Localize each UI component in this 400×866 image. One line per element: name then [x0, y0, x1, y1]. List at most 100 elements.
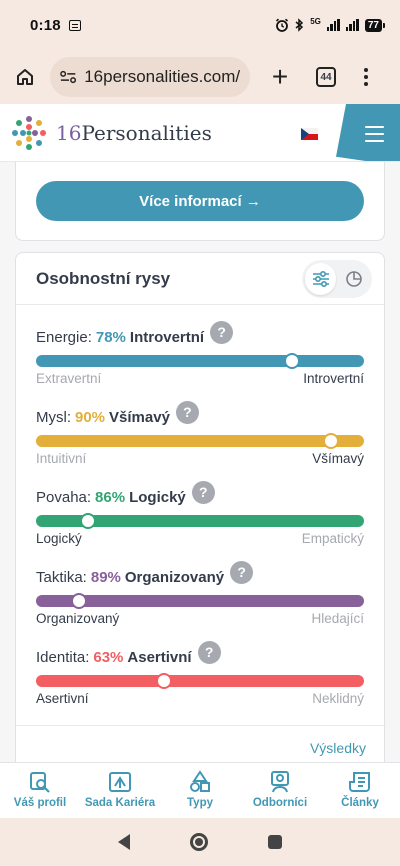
trait-name: Logický	[129, 488, 186, 506]
help-icon[interactable]: ?	[210, 320, 234, 344]
results-link[interactable]: Výsledky	[310, 740, 366, 756]
types-icon	[186, 769, 214, 795]
nav-label-career: Sada Kariéra	[84, 797, 156, 809]
nav-item-types[interactable]: Typy	[160, 763, 240, 818]
trait-row: Taktika: 89% Organizovaný? Organizovaný Hled…	[36, 560, 364, 626]
nav-label-types: Typy	[187, 797, 213, 809]
trait-left-label: Organizovaný	[36, 611, 120, 626]
trait-heading: Identita: 63% Asertivní?	[36, 640, 364, 669]
trait-knob	[155, 673, 172, 689]
tab-switcher-button[interactable]: 44	[316, 67, 336, 87]
status-time: 0:18	[30, 16, 61, 34]
url-text: 16personalities.com/cs	[84, 67, 240, 86]
alarm-icon	[276, 18, 289, 32]
bottom-navigation: Váš profil Sada Kariéra Typy Odborníci Č…	[0, 762, 400, 818]
nav-item-profile[interactable]: Váš profil	[0, 763, 80, 818]
nav-label-articles: Články	[341, 797, 379, 809]
trait-ends: Organizovaný Hledající	[36, 611, 364, 626]
system-navigation	[0, 818, 400, 866]
bluetooth-icon	[295, 18, 304, 32]
trait-row: Identita: 63% Asertivní? Asertivní Neklidný	[36, 640, 364, 706]
trait-name: Asertivní	[127, 648, 192, 666]
trait-right-label: Introvertní	[303, 371, 364, 386]
recents-icon[interactable]	[268, 835, 282, 849]
address-bar[interactable]: 16personalities.com/cs	[50, 57, 250, 97]
trait-percent: 90%	[75, 408, 106, 426]
hamburger-icon[interactable]	[365, 126, 384, 147]
help-icon[interactable]: ?	[191, 480, 215, 504]
trait-category: Energie:	[36, 328, 92, 346]
nav-item-articles[interactable]: Články	[320, 763, 400, 818]
battery-indicator: 77	[364, 18, 386, 32]
logo-text[interactable]: 16Personalities	[56, 121, 212, 145]
more-info-button[interactable]: Více informací →	[36, 181, 364, 221]
results-link-row: Výsledky	[16, 725, 386, 762]
trait-bar	[36, 593, 364, 609]
profile-search-icon	[26, 769, 54, 795]
trait-knob	[283, 353, 300, 369]
trait-heading: Mysl: 90% Všímavý?	[36, 400, 364, 429]
browser-menu-icon[interactable]	[364, 68, 368, 86]
trait-percent: 78%	[95, 328, 126, 346]
nav-label-experts: Odborníci	[252, 797, 308, 809]
trait-left-label: Extravertní	[36, 371, 102, 386]
trait-knob	[323, 433, 340, 449]
trait-left-label: Logický	[36, 531, 82, 546]
trait-bar	[36, 513, 364, 529]
trait-right-label: Všímavý	[312, 451, 364, 466]
network-type: 5G	[310, 16, 321, 26]
help-icon[interactable]: ?	[230, 560, 254, 584]
trait-right-label: Neklidný	[312, 691, 364, 706]
home-circle-icon[interactable]	[190, 833, 208, 851]
trait-knob	[80, 513, 97, 529]
signal-icon-2	[345, 19, 359, 31]
language-flag-icon[interactable]	[301, 128, 318, 140]
trait-category: Povaha:	[36, 488, 92, 506]
experts-icon	[266, 769, 294, 795]
sliders-view-button[interactable]	[305, 262, 336, 295]
trait-percent: 63%	[93, 648, 124, 666]
help-icon[interactable]: ?	[175, 400, 199, 424]
trait-bar	[36, 433, 364, 449]
pie-chart-icon	[345, 270, 362, 287]
pie-view-button[interactable]	[338, 263, 369, 295]
trait-category: Identita:	[36, 648, 90, 666]
signal-icon	[326, 19, 340, 31]
traits-header: Osobnostní rysy	[16, 253, 384, 305]
help-icon[interactable]: ?	[197, 640, 221, 664]
trait-name: Introvertní	[129, 328, 205, 346]
site-header: 16Personalities	[0, 104, 400, 162]
trait-percent: 89%	[90, 568, 121, 586]
back-icon[interactable]	[118, 834, 130, 850]
articles-icon	[346, 769, 374, 795]
trait-row: Mysl: 90% Všímavý? Intuitivní Všímavý	[36, 400, 364, 466]
traits-card: Osobnostní rysy Energie: 78% Introvertní? E…	[15, 252, 386, 762]
trait-percent: 86%	[95, 488, 126, 506]
nav-item-experts[interactable]: Odborníci	[240, 763, 320, 818]
trait-name: Organizovaný	[124, 568, 225, 586]
status-icons: 5G 77	[275, 16, 386, 32]
trait-heading: Taktika: 89% Organizovaný?	[36, 560, 364, 589]
nav-item-career[interactable]: Sada Kariéra	[80, 763, 160, 818]
home-button[interactable]	[14, 66, 36, 88]
intro-card: Více informací →	[15, 162, 385, 241]
browser-toolbar: 16personalities.com/cs + 44	[0, 50, 400, 104]
trait-ends: Asertivní Neklidný	[36, 691, 364, 706]
trait-bar	[36, 353, 364, 369]
site-settings-icon[interactable]	[60, 70, 77, 84]
more-info-label: Více informací →	[139, 192, 261, 210]
new-tab-button[interactable]: +	[268, 63, 292, 91]
trait-row: Povaha: 86% Logický? Logický Empatický	[36, 480, 364, 546]
trait-right-label: Empatický	[301, 531, 364, 546]
view-toggle[interactable]	[302, 259, 372, 298]
trait-category: Taktika:	[36, 568, 87, 586]
trait-ends: Logický Empatický	[36, 531, 364, 546]
trait-name: Všímavý	[109, 408, 170, 426]
traits-title: Osobnostní rysy	[36, 268, 171, 288]
trait-ends: Extravertní Introvertní	[36, 371, 364, 386]
trait-ends: Intuitivní Všímavý	[36, 451, 364, 466]
trait-bar	[36, 673, 364, 689]
status-bar: 0:18 5G 77	[0, 0, 400, 50]
trait-heading: Energie: 78% Introvertní?	[36, 320, 364, 349]
logo-icon[interactable]	[10, 114, 48, 152]
